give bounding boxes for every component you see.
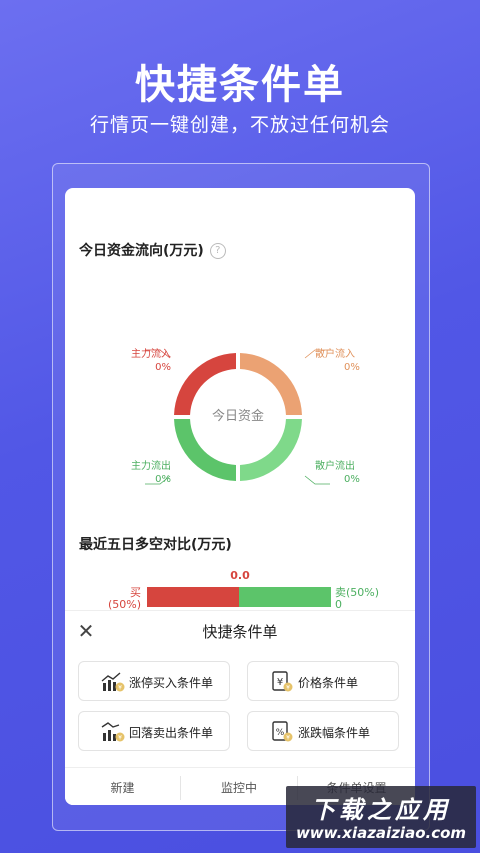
label-retail-inflow: 散户流入 0%: [315, 348, 360, 374]
fund-flow-title: 今日资金流向(万元)?: [79, 240, 226, 260]
percent-change-button[interactable]: % ¥ 涨跌幅条件单: [247, 711, 399, 751]
label-main-inflow: 主力流入 0%: [125, 348, 171, 374]
limit-up-buy-icon: ¥: [101, 672, 125, 692]
svg-text:¥: ¥: [277, 677, 283, 688]
label-main-outflow: 主力流出 0%: [125, 460, 171, 486]
long-short-title: 最近五日多空对比(万元): [79, 537, 232, 553]
svg-text:¥: ¥: [118, 685, 122, 692]
donut-center-label: 今日资金: [211, 409, 264, 424]
site-watermark: 下载之应用 www.xiazaiziao.com: [286, 786, 476, 848]
price-yuan-icon: ¥ ¥: [272, 671, 293, 692]
sell-label-block: 卖(50%) 0: [335, 587, 379, 611]
percent-change-label: 涨跌幅条件单: [298, 726, 371, 740]
main-inflow-name: 主力流入: [131, 349, 171, 360]
sheet-title: 快捷条件单: [202, 623, 278, 641]
price-order-label: 价格条件单: [298, 676, 359, 690]
watermark-bottom: www.xiazaiziao.com: [295, 824, 467, 842]
pullback-sell-button[interactable]: ¥ 回落卖出条件单: [78, 711, 230, 751]
retail-outflow-value: 0%: [344, 474, 360, 485]
retail-inflow-name: 散户流入: [315, 349, 355, 360]
long-short-center-value: 0.0: [230, 569, 250, 582]
fund-flow-title-text: 今日资金流向(万元): [79, 243, 204, 259]
tab-monitoring[interactable]: 监控中: [181, 768, 297, 805]
label-retail-outflow: 散户流出 0%: [315, 460, 360, 486]
question-circle-icon[interactable]: ?: [209, 243, 226, 259]
hero-subtitle: 行情页一键创建，不放过任何机会: [89, 114, 390, 136]
sheet-header: ✕ 快捷条件单: [65, 611, 415, 651]
main-inflow-value: 0%: [155, 362, 171, 373]
pullback-sell-label: 回落卖出条件单: [129, 726, 214, 740]
tab-new[interactable]: 新建: [65, 768, 180, 805]
app-card: 今日资金流向(万元)? 今日资金 主力流入 0% 散户流入 0% 主力流出 0%…: [65, 188, 415, 805]
sell-bar: [239, 587, 331, 607]
svg-text:¥: ¥: [286, 685, 290, 692]
hero-title: 快捷条件单: [135, 62, 345, 108]
buy-label: 买(50%): [107, 586, 141, 611]
svg-text:%: %: [276, 728, 285, 738]
main-outflow-name: 主力流出: [131, 461, 171, 472]
long-short-bar: [147, 587, 331, 609]
limit-up-buy-button[interactable]: ¥ 涨停买入条件单: [78, 661, 230, 701]
quick-order-sheet: ✕ 快捷条件单 ¥ 涨停买入条件单 ¥ ¥ 价格条件单 ¥ 回落卖出条件单 % …: [65, 610, 415, 805]
watermark-top: 下载之应用: [311, 796, 451, 824]
retail-inflow-value: 0%: [344, 362, 360, 373]
retail-outflow-name: 散户流出: [315, 461, 355, 472]
price-order-button[interactable]: ¥ ¥ 价格条件单: [247, 661, 399, 701]
svg-text:¥: ¥: [286, 735, 290, 742]
main-outflow-value: 0%: [155, 474, 171, 485]
pullback-sell-icon: ¥: [101, 722, 125, 742]
buy-bar: [147, 587, 239, 607]
percent-change-icon: % ¥: [272, 721, 293, 742]
limit-up-buy-label: 涨停买入条件单: [129, 676, 214, 690]
svg-text:¥: ¥: [118, 735, 122, 742]
